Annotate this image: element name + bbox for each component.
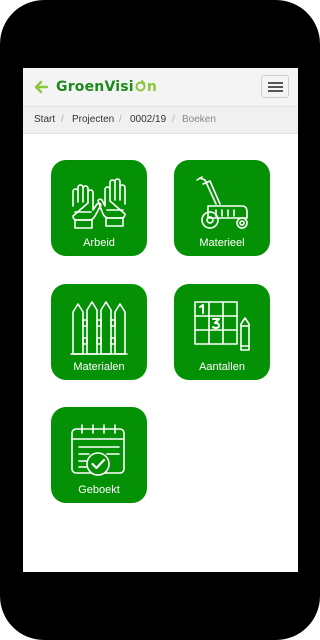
calendar-check-icon	[71, 424, 125, 476]
breadcrumb-separator: /	[61, 114, 64, 125]
tile-arbeid[interactable]: Arbeid	[51, 160, 147, 256]
lawnmower-icon	[196, 176, 248, 229]
hamburger-line	[268, 82, 283, 84]
breadcrumb-item-start[interactable]: Start	[34, 107, 55, 133]
logo-o-icon	[135, 80, 146, 92]
breadcrumb-separator: /	[119, 114, 122, 125]
hamburger-line	[268, 90, 283, 92]
hamburger-line	[268, 86, 283, 88]
hamburger-menu-button[interactable]	[261, 75, 289, 98]
app-logo[interactable]: GroenVisi n	[56, 77, 157, 97]
arrow-left-icon[interactable]	[33, 79, 49, 95]
tile-label: Geboekt	[78, 484, 120, 496]
tile-label: Arbeid	[83, 237, 115, 249]
tile-geboekt[interactable]: Geboekt	[51, 407, 147, 503]
breadcrumb-item-project-number[interactable]: 0002/19	[130, 107, 166, 133]
tile-aantallen[interactable]: Aantallen	[174, 284, 270, 380]
tile-label: Materialen	[73, 361, 125, 373]
tile-materialen[interactable]: Materialen	[51, 284, 147, 380]
app-screen: GroenVisi n Start / Projecten / 0002/19 …	[23, 68, 298, 572]
phone-frame: GroenVisi n Start / Projecten / 0002/19 …	[0, 0, 320, 640]
breadcrumb: Start / Projecten / 0002/19 / Boeken	[23, 107, 298, 134]
fence-icon	[70, 301, 128, 355]
tile-materieel[interactable]: Materieel	[174, 160, 270, 256]
tile-label: Materieel	[199, 237, 245, 249]
logo-text-groen: Groen	[56, 79, 105, 95]
breadcrumb-separator: /	[172, 114, 175, 125]
gloves-icon	[72, 178, 126, 229]
number-grid-icon	[194, 301, 250, 351]
breadcrumb-item-projecten[interactable]: Projecten	[72, 107, 114, 133]
breadcrumb-item-boeken: Boeken	[182, 114, 216, 125]
logo-text-n: n	[146, 79, 157, 95]
tile-label: Aantallen	[199, 361, 245, 373]
logo-text-visi: Visi	[104, 79, 134, 95]
top-navbar: GroenVisi n	[23, 68, 298, 107]
